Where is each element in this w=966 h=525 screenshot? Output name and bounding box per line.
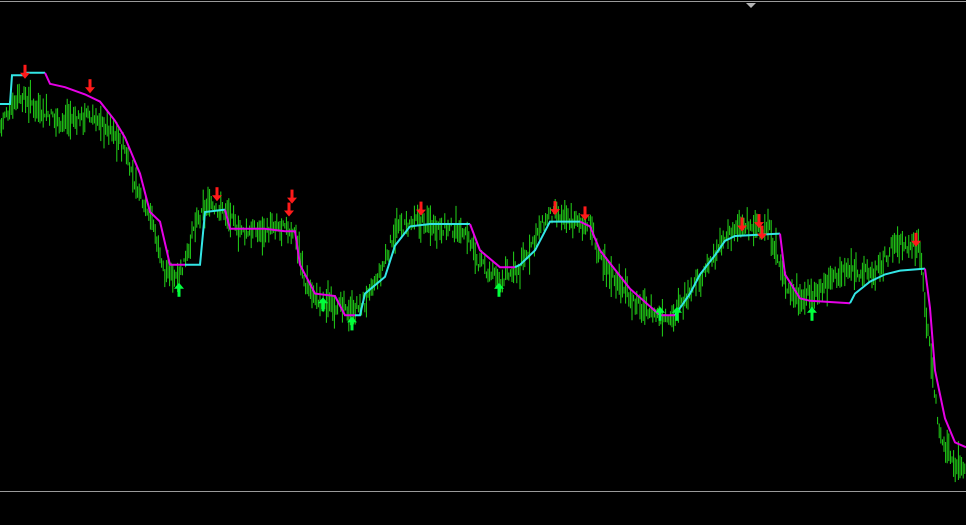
chart-window[interactable]	[0, 0, 966, 525]
price-chart[interactable]	[0, 0, 966, 525]
